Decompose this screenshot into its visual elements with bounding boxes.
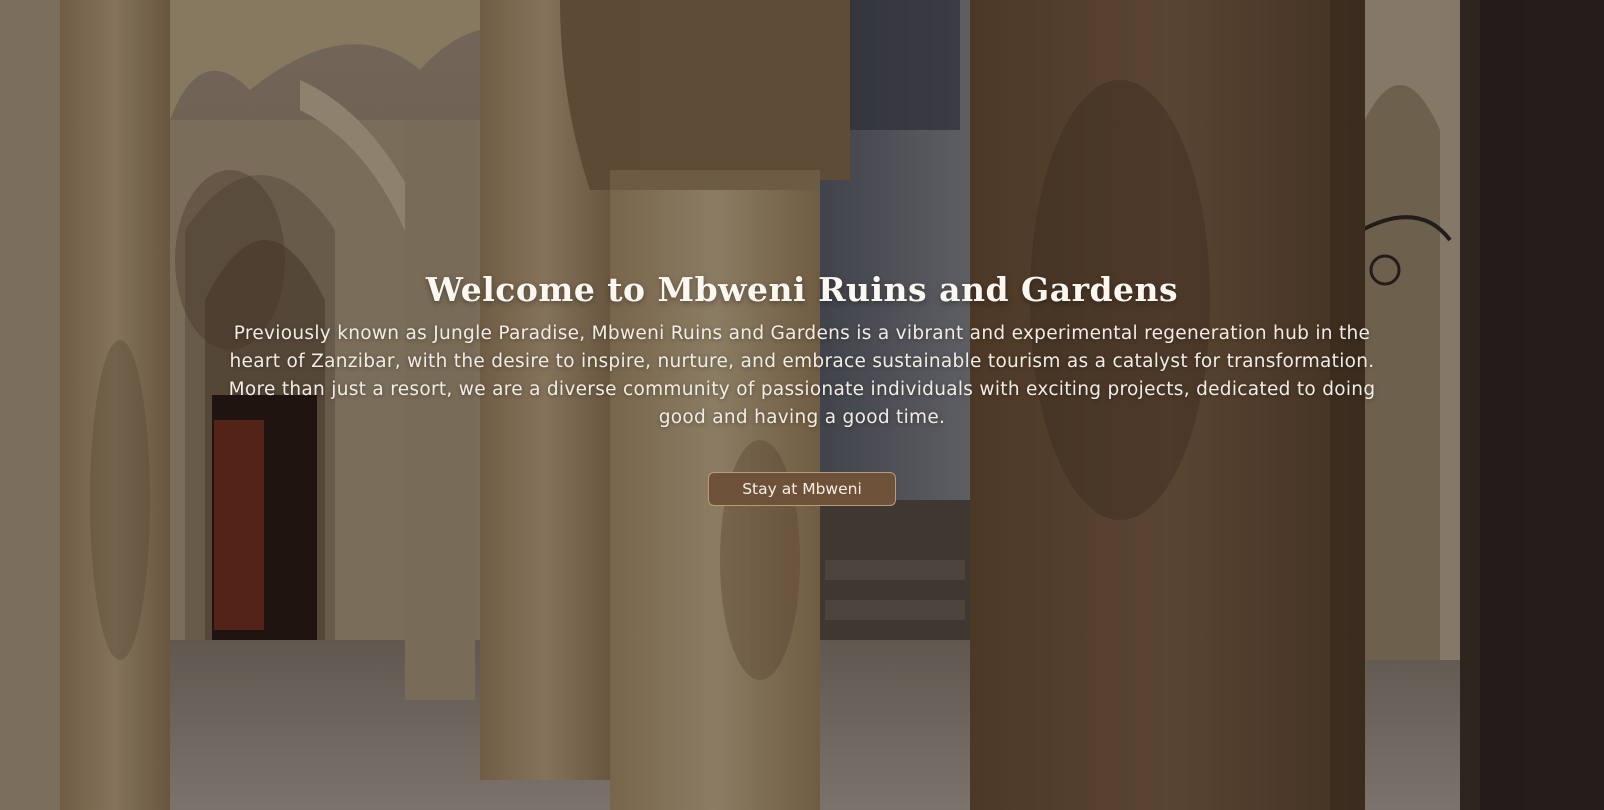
hero-title: Welcome to Mbweni Ruins and Gardens [425,270,1179,309]
hero-intro-text: Previously known as Jungle Paradise, Mbw… [228,323,1376,428]
stay-at-mbweni-button[interactable]: Stay at Mbweni [708,472,896,506]
hero-section: Welcome to Mbweni Ruins and Gardens Prev… [0,0,1604,810]
hero-content: Welcome to Mbweni Ruins and Gardens Prev… [0,262,1604,506]
